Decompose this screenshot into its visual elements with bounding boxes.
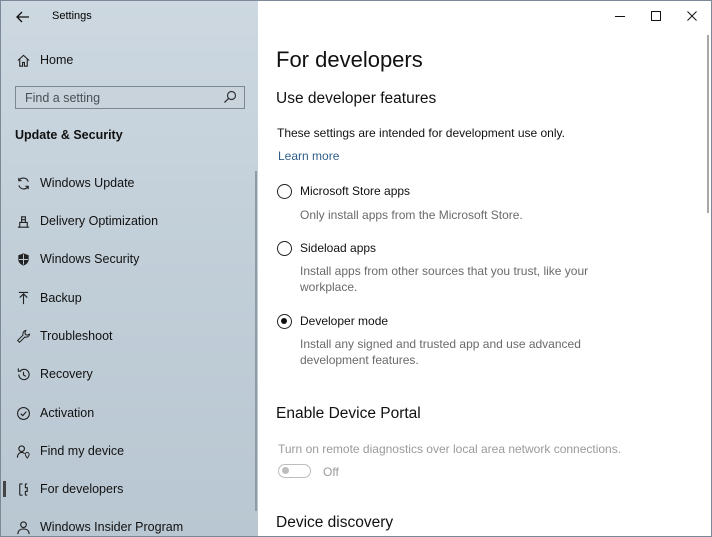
- insider-icon: [15, 519, 31, 535]
- developer-icon: [15, 481, 31, 497]
- sidebar-item-windows-security[interactable]: Windows Security: [1, 244, 258, 274]
- radio-microsoft-store-apps[interactable]: Microsoft Store apps: [277, 182, 410, 200]
- nav-home-label: Home: [40, 53, 74, 67]
- device-portal-description: Turn on remote diagnostics over local ar…: [278, 442, 622, 456]
- radio-description: Install any signed and trusted app and u…: [300, 337, 581, 367]
- developer-features-description: These settings are intended for developm…: [277, 126, 565, 140]
- enable-device-portal-heading: Enable Device Portal: [276, 405, 421, 422]
- check-circle-icon: [15, 405, 31, 421]
- sidebar-item-label: Backup: [40, 291, 82, 305]
- minimize-icon: [615, 16, 625, 17]
- nav-home[interactable]: Home: [1, 45, 258, 75]
- sidebar-item-label: Windows Update: [40, 176, 135, 190]
- radio-description: Only install apps from the Microsoft Sto…: [300, 208, 523, 222]
- content-scrollbar[interactable]: [707, 35, 709, 213]
- content-pane: For developers Use developer features Th…: [259, 1, 711, 536]
- sidebar-item-label: Windows Insider Program: [40, 520, 184, 534]
- close-icon: [687, 11, 697, 21]
- title-bar-left: Settings: [1, 1, 258, 33]
- radio-label: Developer mode: [300, 314, 389, 328]
- toggle-knob: [282, 467, 289, 474]
- search-input[interactable]: [16, 87, 225, 108]
- radio-developer-mode[interactable]: Developer mode: [277, 312, 388, 330]
- section-title: Update & Security: [15, 128, 123, 142]
- radio-label: Microsoft Store apps: [300, 184, 411, 198]
- radio-button[interactable]: [277, 183, 292, 199]
- radio-sideload-apps[interactable]: Sideload apps: [277, 239, 376, 257]
- wrench-icon: [15, 328, 31, 344]
- sidebar-scrollbar[interactable]: [255, 171, 257, 511]
- maximize-button[interactable]: [638, 1, 674, 31]
- recovery-icon: [15, 366, 31, 382]
- device-portal-toggle[interactable]: [278, 464, 311, 478]
- sidebar-item-label: Find my device: [40, 444, 125, 458]
- page-title: For developers: [276, 47, 423, 72]
- search-box: [15, 86, 245, 109]
- back-arrow-icon: [16, 11, 29, 23]
- radio-label: Sideload apps: [300, 241, 377, 255]
- device-discovery-heading: Device discovery: [276, 514, 394, 531]
- sidebar-item-windows-update[interactable]: Windows Update: [1, 168, 258, 198]
- sidebar-item-activation[interactable]: Activation: [1, 398, 258, 428]
- sidebar-item-label: For developers: [40, 482, 124, 496]
- person-location-icon: [15, 443, 31, 459]
- radio-description: Install apps from other sources that you…: [300, 264, 589, 294]
- sidebar-item-delivery-optimization[interactable]: Delivery Optimization: [1, 206, 258, 236]
- search-icon[interactable]: [223, 90, 239, 106]
- sidebar-item-label: Troubleshoot: [40, 329, 113, 343]
- sidebar-item-find-my-device[interactable]: Find my device: [1, 436, 258, 466]
- sidebar-item-label: Recovery: [40, 367, 93, 381]
- close-button[interactable]: [674, 1, 710, 31]
- sidebar-item-label: Delivery Optimization: [40, 214, 159, 228]
- sidebar-item-troubleshoot[interactable]: Troubleshoot: [1, 321, 258, 351]
- sync-icon: [15, 175, 31, 191]
- radio-button[interactable]: [277, 240, 292, 256]
- sidebar-item-backup[interactable]: Backup: [1, 283, 258, 313]
- minimize-button[interactable]: [602, 1, 638, 31]
- settings-window: Settings Home Update & Security: [0, 0, 712, 537]
- app-title: Settings: [52, 10, 92, 22]
- delivery-optimization-icon: [15, 213, 31, 229]
- maximize-icon: [651, 11, 661, 21]
- shield-icon: [15, 251, 31, 267]
- sidebar-item-label: Windows Security: [40, 252, 140, 266]
- sidebar-item-for-developers[interactable]: For developers: [1, 474, 258, 504]
- use-developer-features-heading: Use developer features: [276, 90, 437, 107]
- sidebar-item-windows-insider-program[interactable]: Windows Insider Program: [1, 512, 258, 536]
- toggle-state-label: Off: [323, 465, 339, 479]
- sidebar: Settings Home Update & Security: [1, 1, 258, 536]
- sidebar-item-recovery[interactable]: Recovery: [1, 359, 258, 389]
- backup-icon: [15, 290, 31, 306]
- radio-button[interactable]: [277, 313, 292, 329]
- home-icon: [15, 52, 31, 68]
- sidebar-item-label: Activation: [40, 406, 95, 420]
- learn-more-link[interactable]: Learn more: [278, 149, 339, 163]
- back-button[interactable]: [13, 7, 33, 27]
